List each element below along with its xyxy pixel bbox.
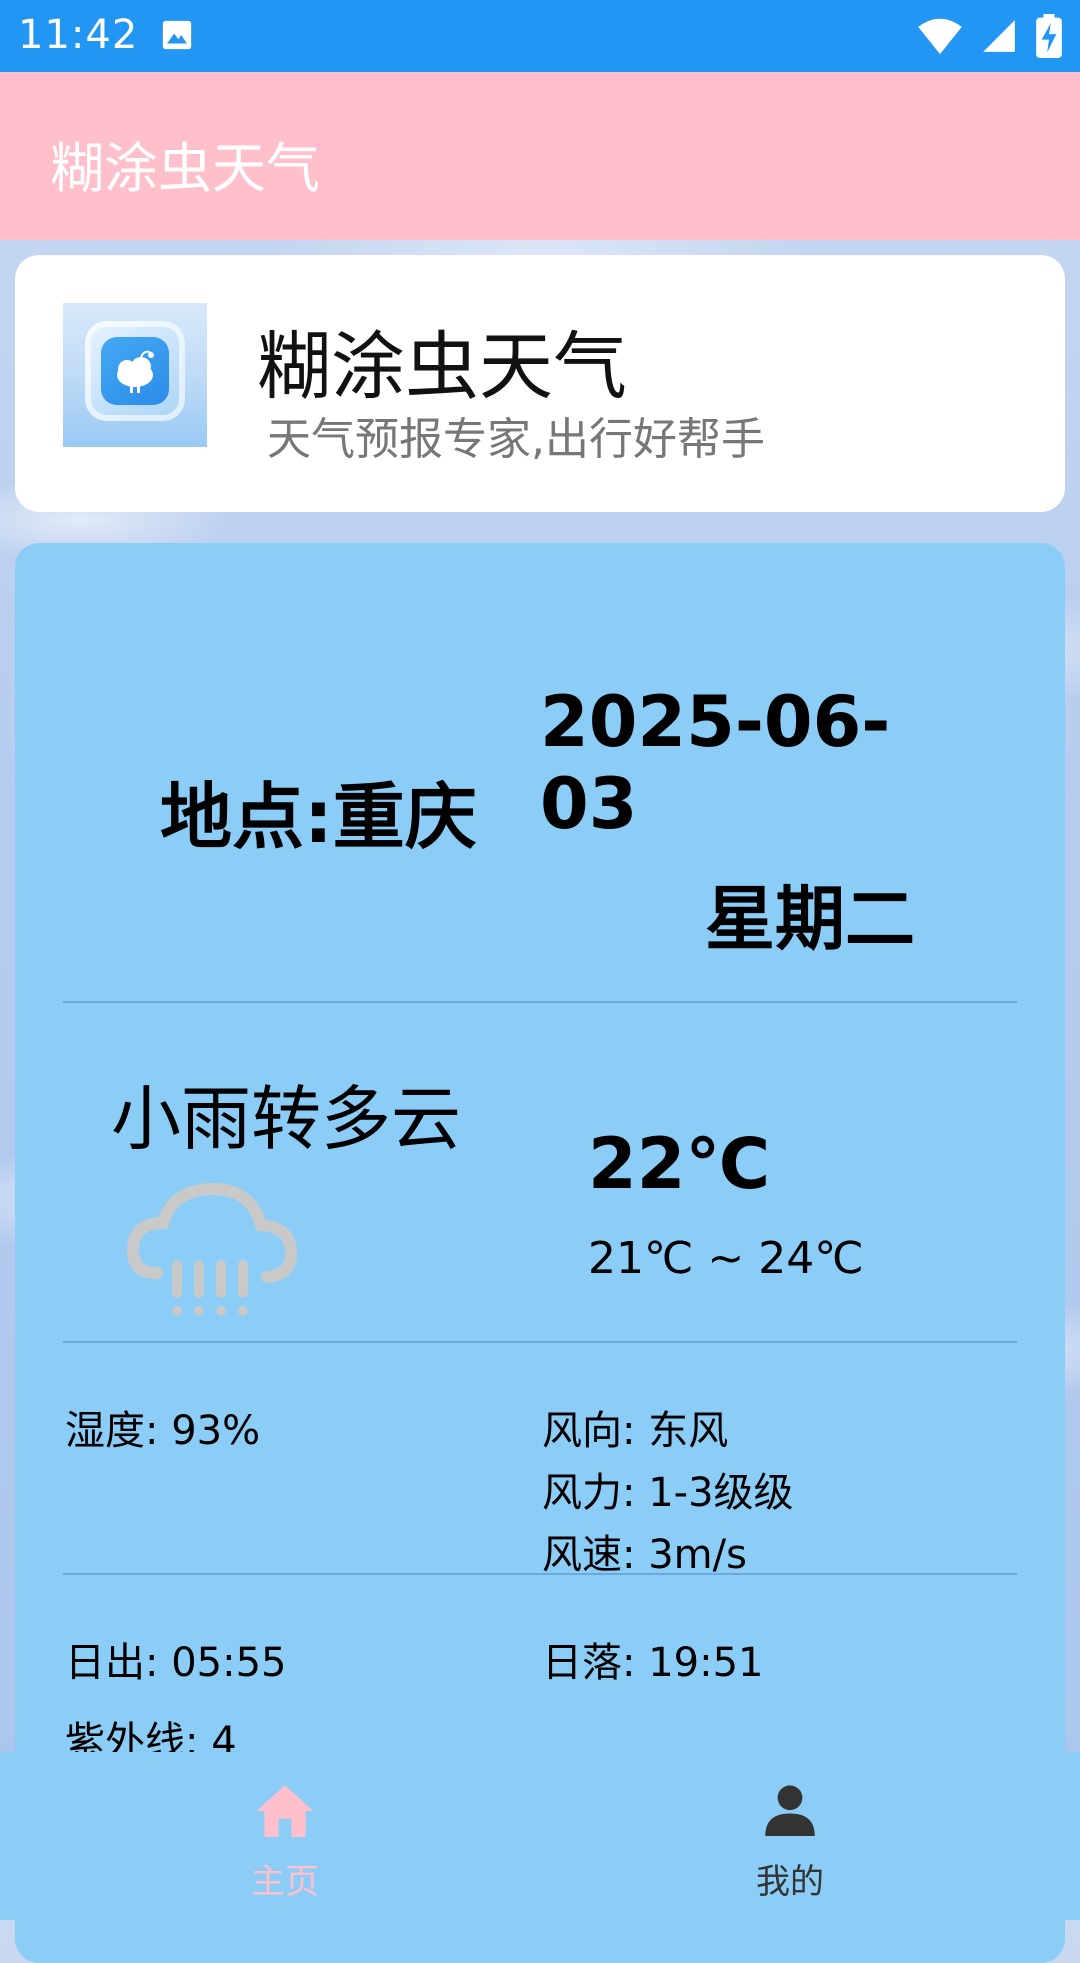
status-indicators bbox=[918, 14, 1062, 58]
weather-card: 地点:重庆 2025-06-03 星期二 小雨转多云 22℃ 21℃ ~ 24℃… bbox=[15, 543, 1065, 1963]
status-bar: 11:42 bbox=[0, 0, 1080, 72]
signal-icon bbox=[983, 20, 1015, 52]
nav-home-label: 主页 bbox=[251, 1862, 319, 1902]
sunset-label: 日落: 19:51 bbox=[542, 1640, 764, 1686]
status-time: 11:42 bbox=[18, 12, 139, 58]
current-temperature: 22℃ bbox=[588, 1123, 771, 1205]
person-icon bbox=[765, 1785, 815, 1836]
nav-home[interactable]: 主页 bbox=[15, 1752, 555, 1920]
app-logo bbox=[63, 303, 207, 447]
divider bbox=[63, 1341, 1017, 1343]
brand-name: 糊涂虫天气 bbox=[257, 324, 627, 410]
brand-slogan: 天气预报专家,出行好帮手 bbox=[267, 414, 765, 465]
divider bbox=[63, 1001, 1017, 1003]
home-icon bbox=[256, 1785, 314, 1837]
image-notification-icon bbox=[162, 20, 192, 50]
battery-charging-icon bbox=[1036, 14, 1062, 58]
brand-card: 糊涂虫天气 天气预报专家,出行好帮手 bbox=[15, 255, 1065, 512]
cloud-mascot-icon bbox=[117, 350, 154, 393]
nav-profile[interactable]: 我的 bbox=[520, 1752, 1060, 1920]
temperature-range: 21℃ ~ 24℃ bbox=[588, 1233, 864, 1284]
wind-force-label: 风力: 1-3级级 bbox=[542, 1470, 794, 1516]
app-title: 糊涂虫天气 bbox=[50, 137, 320, 200]
nav-profile-label: 我的 bbox=[756, 1862, 824, 1902]
wifi-icon bbox=[918, 18, 962, 55]
wind-direction-label: 风向: 东风 bbox=[542, 1408, 729, 1454]
weather-condition: 小雨转多云 bbox=[111, 1078, 461, 1160]
bottom-navigation: 主页 我的 bbox=[0, 1752, 1080, 1920]
humidity-label: 湿度: 93% bbox=[65, 1408, 261, 1454]
weekday-label: 星期二 bbox=[705, 878, 915, 960]
divider bbox=[63, 1573, 1017, 1575]
wind-speed-label: 风速: 3m/s bbox=[542, 1532, 747, 1578]
rain-cloud-icon bbox=[127, 1182, 297, 1316]
sunrise-label: 日出: 05:55 bbox=[65, 1640, 287, 1686]
app-bar: 糊涂虫天气 bbox=[0, 72, 1080, 240]
location-label: 地点:重庆 bbox=[160, 775, 477, 859]
date-label: 2025-06-03 bbox=[540, 681, 891, 845]
